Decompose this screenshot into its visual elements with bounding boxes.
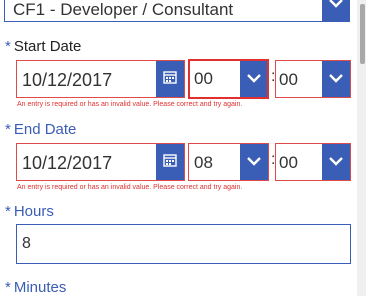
chevron-down-icon [245,68,263,91]
end-minute-value: 00 [279,153,298,172]
required-marker: * [5,203,11,220]
start-minute-dropdown-button[interactable] [322,61,350,97]
scrollbar-thumb[interactable] [360,4,365,64]
required-marker: * [5,279,11,296]
start-date-label: * Start Date [5,38,81,55]
end-date-label-text: End Date [13,121,77,138]
hours-label-text: Hours [13,203,54,220]
start-date-error-message: An entry is required or has an invalid v… [17,101,243,108]
role-dropdown-value: CF1 - Developer / Consultant [13,0,234,19]
role-dropdown-button[interactable] [322,0,350,22]
start-date-value: 10/12/2017 [22,70,113,90]
end-date-label: * End Date [5,121,76,138]
chevron-down-icon [245,151,263,174]
end-date-error-message: An entry is required or has an invalid v… [17,184,243,191]
hours-value: 8 [22,235,31,252]
end-date-value: 10/12/2017 [22,153,113,173]
hours-label: * Hours [5,203,54,220]
calendar-icon [163,70,177,89]
end-hour-value: 08 [194,153,213,172]
start-date-label-text: Start Date [13,38,82,55]
form-panel: CF1 - Developer / Consultant * Start Date… [0,0,366,296]
start-hour-value: 00 [194,69,213,88]
chevron-down-icon [327,151,345,174]
minutes-label-text: Minutes [13,279,67,296]
hours-input[interactable]: 8 [16,224,351,264]
required-marker: * [5,38,11,55]
end-minute-dropdown-button[interactable] [322,144,350,180]
end-hour-dropdown-button[interactable] [240,144,268,180]
start-minute-value: 00 [279,70,298,89]
required-marker: * [5,121,11,138]
start-hour-dropdown-button[interactable] [240,61,267,97]
minutes-label: * Minutes [5,279,66,296]
chevron-down-icon [327,0,345,16]
role-dropdown[interactable]: CF1 - Developer / Consultant [4,0,350,22]
end-date-calendar-button[interactable] [156,144,184,180]
calendar-icon [163,153,177,172]
chevron-down-icon [327,68,345,91]
start-date-calendar-button[interactable] [156,61,184,97]
